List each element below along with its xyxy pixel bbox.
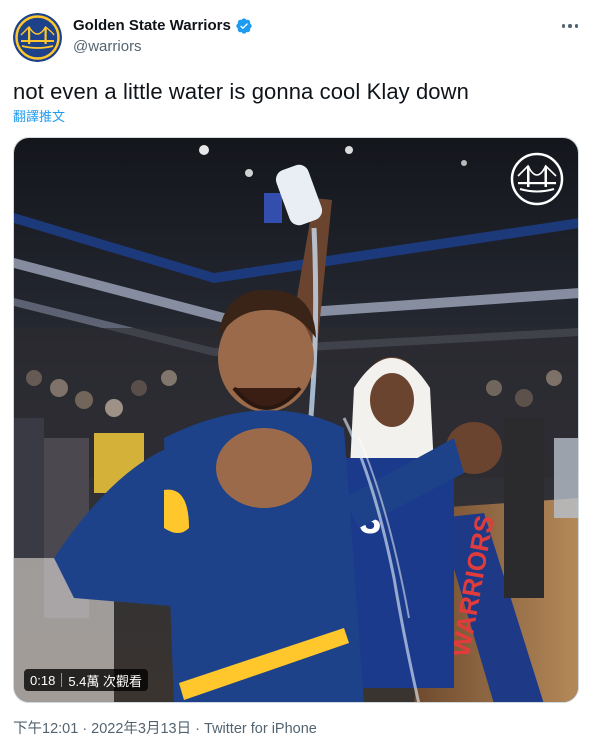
dot-icon [561, 24, 566, 28]
warriors-bridge-logo-icon [13, 13, 62, 62]
translate-tweet-link[interactable]: 翻譯推文 [13, 108, 65, 126]
source-app-link[interactable]: Twitter for iPhone [204, 721, 317, 737]
dot-icon [568, 24, 572, 28]
video-player[interactable]: WARRIORS 3 [13, 137, 579, 703]
video-info-badge: 0:18 5.4萬 次觀看 [24, 669, 148, 691]
display-name[interactable]: Golden State Warriors [73, 16, 231, 36]
avatar[interactable] [13, 13, 62, 62]
handle[interactable]: @warriors [73, 37, 142, 57]
tweet-metadata: 下午12:01 · 2022年3月13日 · Twitter for iPhon… [13, 719, 317, 739]
tweet-card: Golden State Warriors @warriors not even… [0, 0, 593, 749]
timestamp-link[interactable]: 下午12:01 · 2022年3月13日 [13, 721, 191, 737]
video-frame: WARRIORS 3 [14, 138, 578, 702]
video-view-count: 5.4萬 次觀看 [68, 673, 142, 689]
author-name-row: Golden State Warriors [73, 16, 253, 36]
warriors-bridge-watermark-icon [510, 152, 564, 206]
dot-icon [574, 24, 579, 28]
badge-divider [61, 673, 63, 687]
meta-separator: · [191, 721, 205, 737]
tweet-text: not even a little water is gonna cool Kl… [13, 79, 469, 104]
more-options-button[interactable] [556, 14, 584, 38]
video-duration: 0:18 [30, 672, 56, 688]
verified-badge-icon [236, 18, 252, 34]
